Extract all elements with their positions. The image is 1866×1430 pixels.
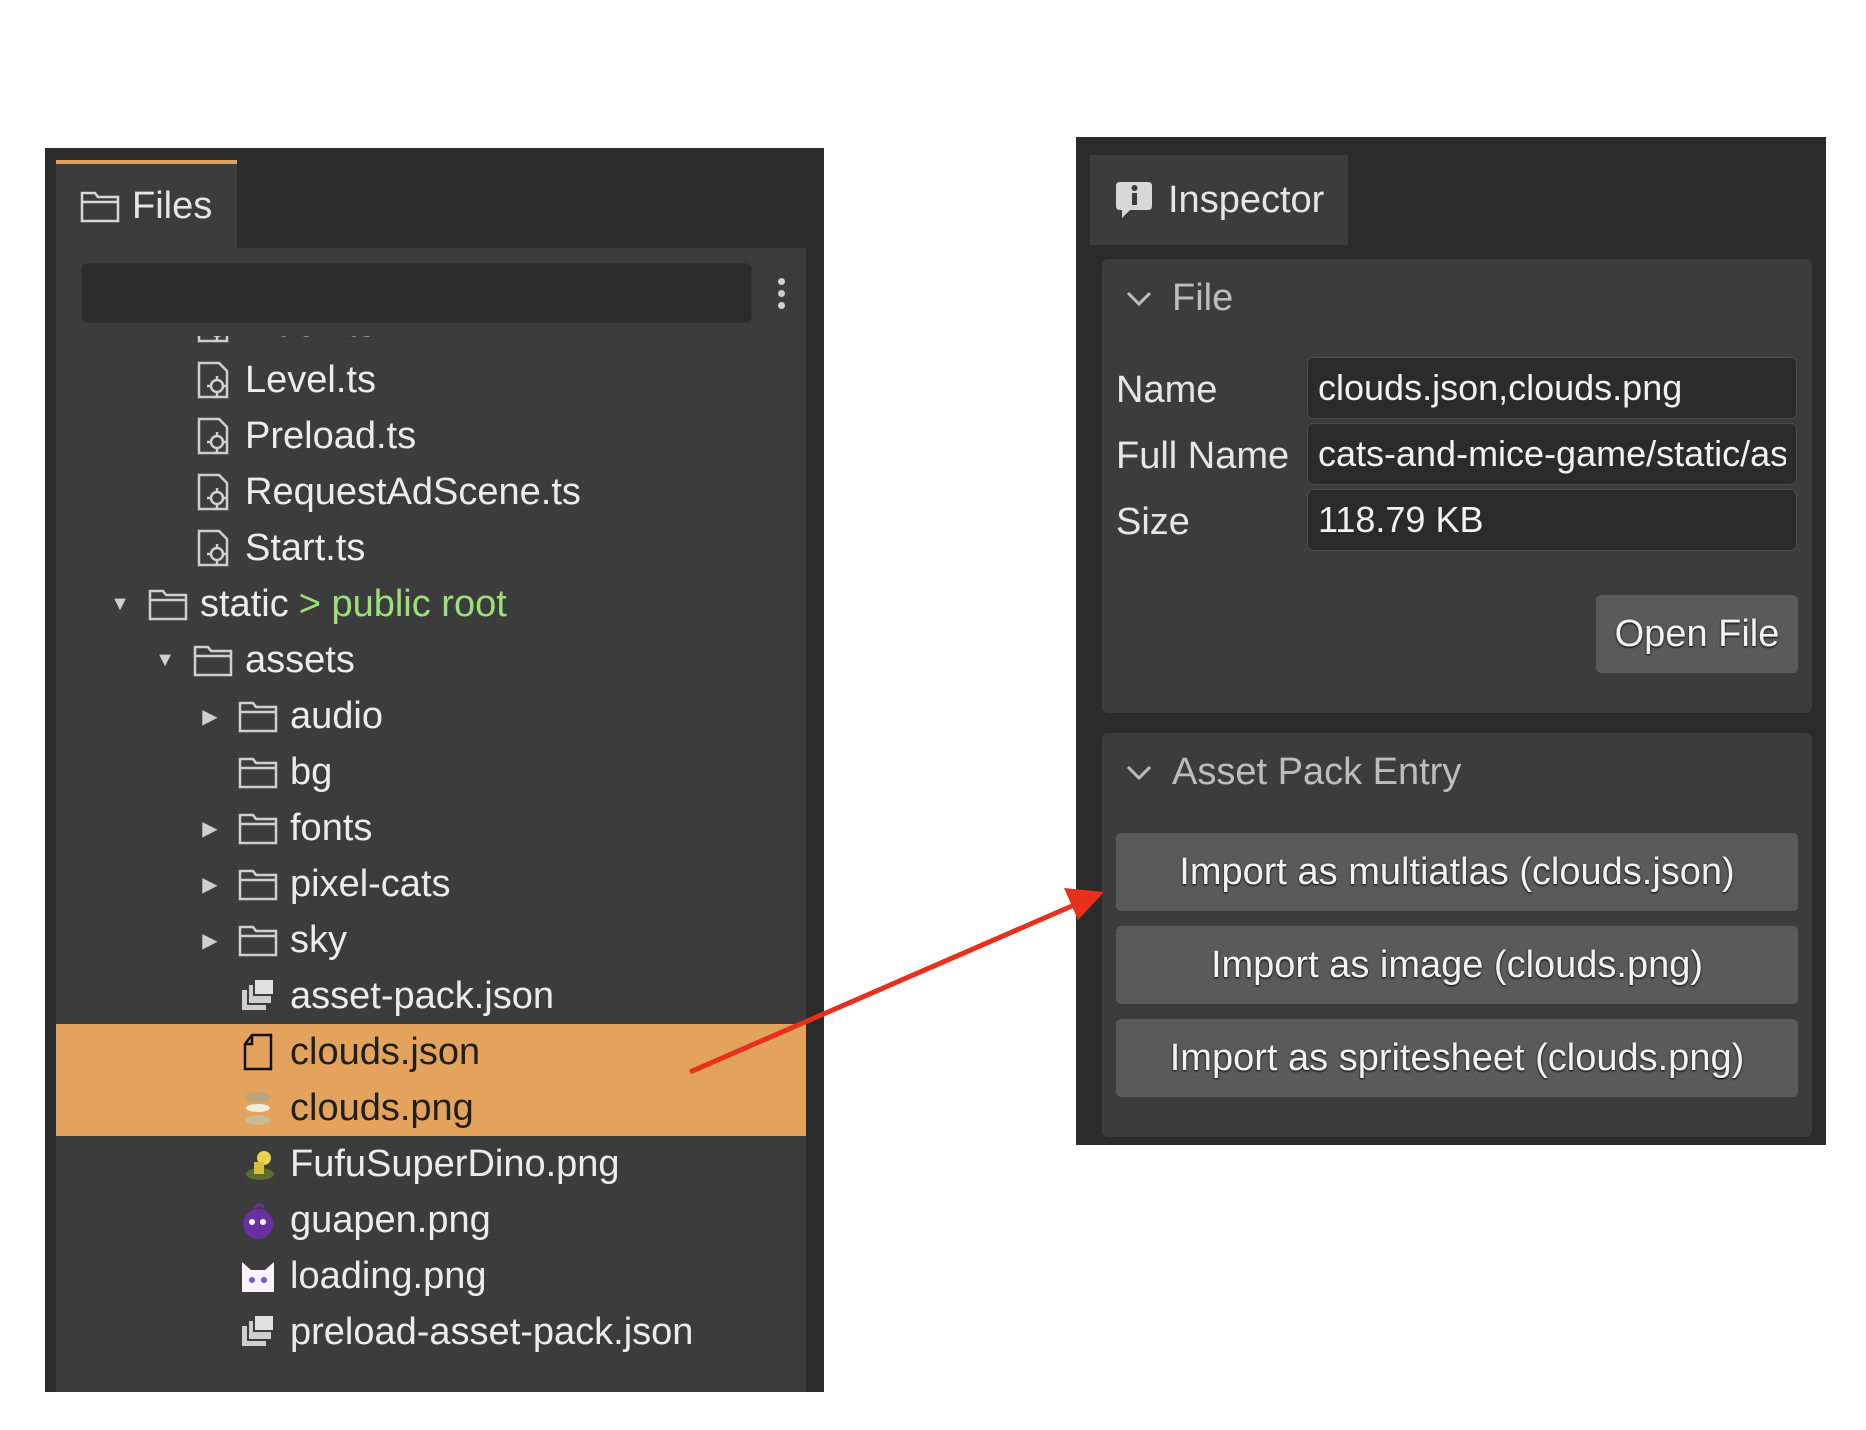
tree-item-label: fonts [290,806,373,849]
script-file-icon [197,473,229,511]
tree-item-label: sky [290,918,347,961]
json-file-icon [243,1033,273,1071]
tree-item-label: assets [245,638,355,681]
folder-icon [238,925,278,957]
size-label: Size [1116,501,1190,543]
tree-item-label: Level.ts [245,358,376,401]
full-name-field[interactable] [1307,423,1797,485]
file-tree-list: ▶index.ts▶Level.ts▶Preload.ts▶RequestAdS… [56,336,806,1360]
files-body: ▶index.ts▶Level.ts▶Preload.ts▶RequestAdS… [56,248,806,1392]
name-field[interactable] [1307,357,1797,419]
folder-icon [238,813,278,845]
folder-icon [238,869,278,901]
asset-pack-section: Asset Pack Entry Import as multiatlas (c… [1102,733,1812,1137]
file-section-header[interactable]: File [1124,277,1233,320]
script-file-icon [197,417,229,455]
tree-item-label: asset-pack.json [290,974,555,1017]
tree-item[interactable]: ▶RequestAdScene.ts [56,464,806,520]
tree-item-label: pixel-cats [290,862,451,905]
asset-pack-section-title: Asset Pack Entry [1172,751,1462,793]
info-icon [1116,182,1152,218]
tree-item[interactable]: ▶Start.ts [56,520,806,576]
script-file-icon [197,336,229,343]
dino-image-icon [246,1151,274,1180]
script-file-icon [197,529,229,567]
caret-down-icon[interactable]: ▼ [155,649,175,671]
name-label: Name [1116,369,1218,411]
script-file-icon [197,361,229,399]
file-section: File Name Full Name Size Open File [1102,259,1812,713]
tree-item[interactable]: ▶ pixel-cats [56,856,806,912]
asset-pack-icon [242,1314,275,1346]
import-multiatlas-button[interactable]: Import as multiatlas (clouds.json) [1116,833,1798,911]
tree-item[interactable]: ▶Level.ts [56,352,806,408]
tree-item-label: audio [290,694,383,737]
import-image-button[interactable]: Import as image (clouds.png) [1116,926,1798,1004]
tree-item[interactable]: ▼ static > public root [56,576,806,632]
clouds-image-icon [245,1092,271,1125]
tree-item-label: guapen.png [290,1198,491,1241]
tree-item[interactable]: ▶ sky [56,912,806,968]
more-options-icon[interactable] [766,268,796,318]
file-section-title: File [1172,277,1234,319]
full-name-label: Full Name [1116,435,1290,477]
folder-icon [238,701,278,733]
filter-input[interactable] [81,263,752,323]
tree-item-label: static [200,582,289,625]
tree-item[interactable]: ▶guapen.png [56,1192,806,1248]
files-tab-label: Files [132,184,213,227]
tree-item[interactable]: ▶ audio [56,688,806,744]
tree-item[interactable]: ▶loading.png [56,1248,806,1304]
tree-item[interactable]: ▶ fonts [56,800,806,856]
file-tree[interactable]: ▶index.ts▶Level.ts▶Preload.ts▶RequestAdS… [56,336,806,1392]
tab-inspector[interactable]: Inspector [1090,155,1348,245]
asset-pack-icon [242,978,275,1010]
tree-item-label: clouds.json [290,1030,481,1073]
caret-right-icon[interactable]: ▶ [200,874,220,896]
tree-item[interactable]: ▶FufuSuperDino.png [56,1136,806,1192]
caret-down-icon[interactable]: ▼ [110,593,130,615]
tree-item-label: index.ts [245,336,376,346]
files-panel: Files ▶index.ts▶Level.ts▶Preload.ts▶Requ… [45,148,824,1392]
tree-item-label: RequestAdScene.ts [245,470,581,513]
folder-icon [193,645,233,677]
tree-item-label: Preload.ts [245,414,417,457]
tree-item[interactable]: ▶Preload.ts [56,408,806,464]
caret-right-icon[interactable]: ▶ [200,818,220,840]
folder-icon [148,589,188,621]
folder-icon [80,191,120,223]
inspector-panel: Inspector File Name Full Name Size Open … [1076,137,1826,1145]
tree-item-label: loading.png [290,1254,487,1297]
tree-item-label: clouds.png [290,1086,474,1129]
tree-item-label: FufuSuperDino.png [290,1142,620,1185]
tree-item[interactable]: ▶preload-asset-pack.json [56,1304,806,1360]
guapen-image-icon [243,1203,273,1239]
cat-image-icon [242,1262,274,1292]
asset-pack-section-header[interactable]: Asset Pack Entry [1124,751,1461,794]
inspector-tab-label: Inspector [1168,178,1325,221]
tab-files[interactable]: Files [56,160,237,248]
chevron-down-icon [1126,765,1152,780]
open-file-button[interactable]: Open File [1596,595,1798,673]
tree-item[interactable]: ▼ assets [56,632,806,688]
size-field[interactable] [1307,489,1797,551]
import-spritesheet-button[interactable]: Import as spritesheet (clouds.png) [1116,1019,1798,1097]
caret-right-icon[interactable]: ▶ [200,930,220,952]
tree-item-label: preload-asset-pack.json [290,1310,694,1353]
chevron-down-icon [1126,291,1152,306]
tree-item[interactable]: ▶index.ts [56,336,806,352]
tree-item[interactable]: ▶clouds.json [56,1024,806,1080]
tree-item-label: Start.ts [245,526,366,569]
tree-item[interactable]: ▶bg [56,744,806,800]
caret-right-icon[interactable]: ▶ [200,706,220,728]
tree-item[interactable]: ▶asset-pack.json [56,968,806,1024]
tree-item[interactable]: ▶clouds.png [56,1080,806,1136]
public-root-note: > public root [298,582,507,625]
folder-icon [238,757,278,789]
tree-item-label: bg [290,750,333,793]
